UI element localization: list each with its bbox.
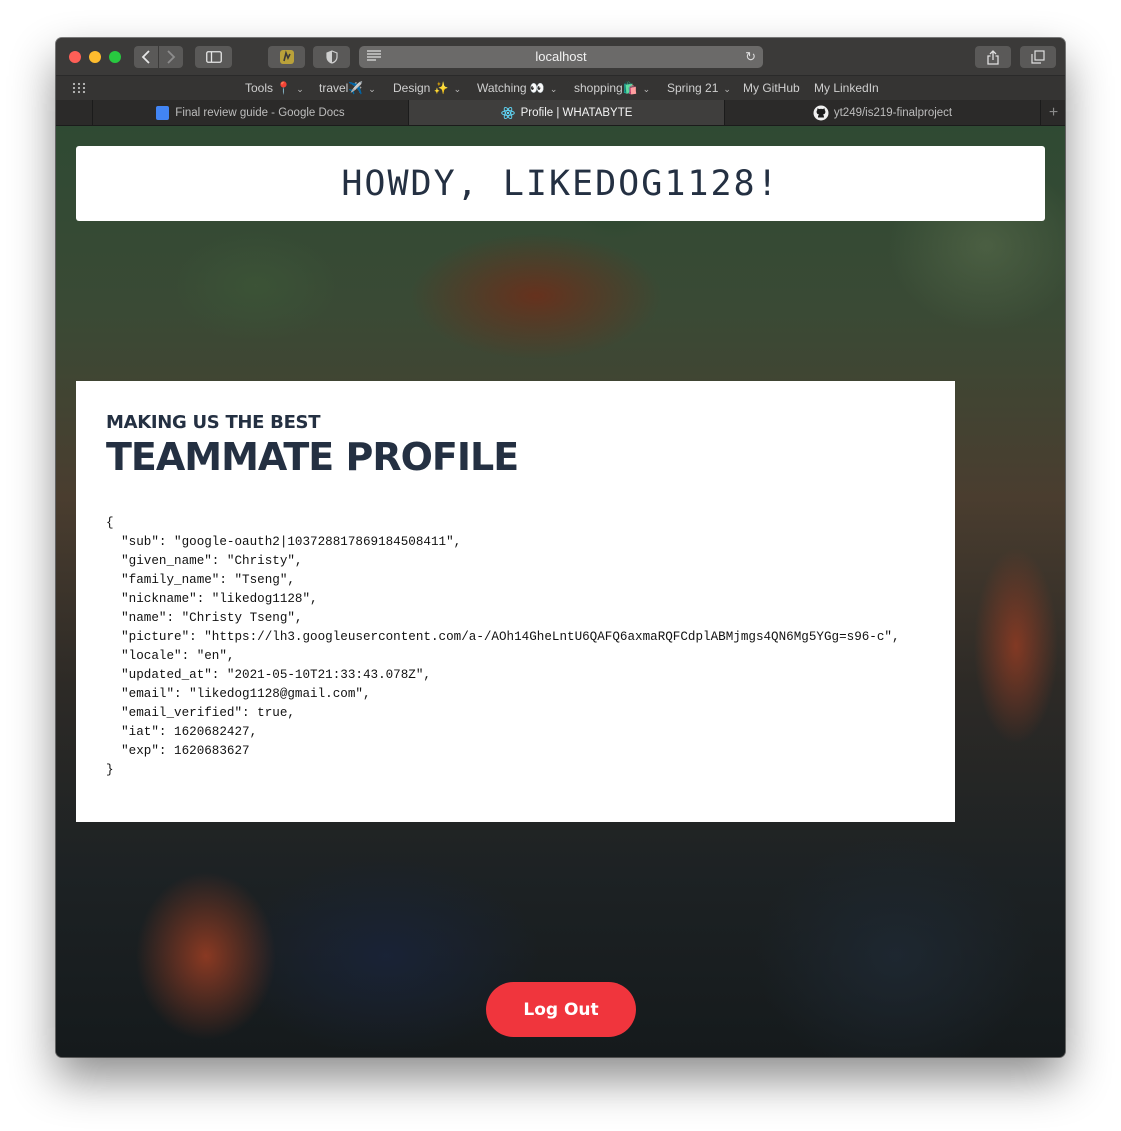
tab-profile-whatabyte[interactable]: Profile | WHATABYTE [408, 100, 724, 125]
show-tabs-button[interactable] [1020, 46, 1056, 68]
highlighter-extension-icon [279, 50, 294, 64]
chevron-down-icon: ⌄ [296, 84, 304, 94]
favorite-design[interactable]: Design ✨ ⌄ [393, 81, 461, 95]
favorite-watching[interactable]: Watching 👀 ⌄ [477, 81, 557, 95]
shield-icon [325, 50, 338, 64]
close-window-button[interactable] [69, 51, 81, 63]
chevron-down-icon: ⌄ [642, 84, 651, 94]
greeting-banner: HOWDY, LIKEDOG1128! [76, 146, 1045, 221]
address-text: localhost [535, 49, 587, 64]
favorites-bar: Tools 📍 ⌄ travel✈️ ⌄ Design ✨ ⌄ Watching 👀 ⌄… [56, 76, 1065, 100]
back-button[interactable] [134, 46, 158, 68]
google-docs-icon [156, 105, 170, 120]
chevron-down-icon: ⌄ [723, 84, 731, 94]
sidebar-button[interactable] [195, 46, 232, 68]
new-tab-button[interactable]: + [1040, 100, 1065, 125]
profile-kicker: MAKING US THE BEST [106, 412, 321, 433]
favorite-my-github[interactable]: My GitHub [743, 81, 800, 95]
chevron-left-icon [141, 50, 150, 64]
react-icon [500, 106, 515, 119]
address-bar[interactable]: localhost ↻ [359, 46, 763, 68]
chevron-right-icon [167, 50, 176, 64]
share-icon [987, 49, 999, 65]
favorite-spring-21[interactable]: Spring 21 ⌄ [667, 81, 731, 95]
browser-toolbar: localhost ↻ [56, 38, 1065, 76]
chevron-down-icon: ⌄ [453, 84, 462, 94]
sidebar-icon [205, 51, 222, 63]
favorite-shopping[interactable]: shopping🛍️ ⌄ [574, 81, 650, 95]
minimize-window-button[interactable] [89, 51, 101, 63]
share-button[interactable] [975, 46, 1011, 68]
favorite-travel[interactable]: travel✈️ ⌄ [319, 81, 376, 95]
chevron-down-icon: ⌄ [368, 84, 376, 94]
reload-icon[interactable]: ↻ [745, 46, 756, 68]
tab-github-repo[interactable]: yt249/is219-finalproject [724, 100, 1040, 125]
page-title: TEAMMATE PROFILE [106, 435, 519, 479]
privacy-button[interactable] [313, 46, 350, 68]
chevron-down-icon: ⌄ [549, 84, 558, 94]
forward-button[interactable] [159, 46, 183, 68]
browser-window: localhost ↻ Tools 📍 ⌄ travel✈️ ⌄ Design ✨ ⌄… [56, 38, 1065, 1057]
favorite-tools[interactable]: Tools 📍 ⌄ [245, 81, 304, 95]
favorites-grid-icon[interactable] [72, 82, 86, 94]
tab-overview-icon [1031, 50, 1045, 64]
favorite-my-linkedin[interactable]: My LinkedIn [814, 81, 879, 95]
logout-button[interactable]: Log Out [486, 982, 636, 1037]
tab-google-docs[interactable]: Final review guide - Google Docs [92, 100, 408, 125]
extension-button[interactable] [268, 46, 305, 68]
tab-bar: Final review guide - Google Docs Profile… [56, 100, 1065, 126]
reader-view-icon[interactable] [367, 46, 381, 68]
page-content: HOWDY, LIKEDOG1128! MAKING US THE BEST T… [56, 126, 1065, 1057]
profile-card: MAKING US THE BEST TEAMMATE PROFILE { "s… [76, 381, 955, 822]
profile-json: { "sub": "google-oauth2|1037288178691845… [106, 516, 900, 777]
zoom-window-button[interactable] [109, 51, 121, 63]
github-icon [813, 105, 829, 120]
